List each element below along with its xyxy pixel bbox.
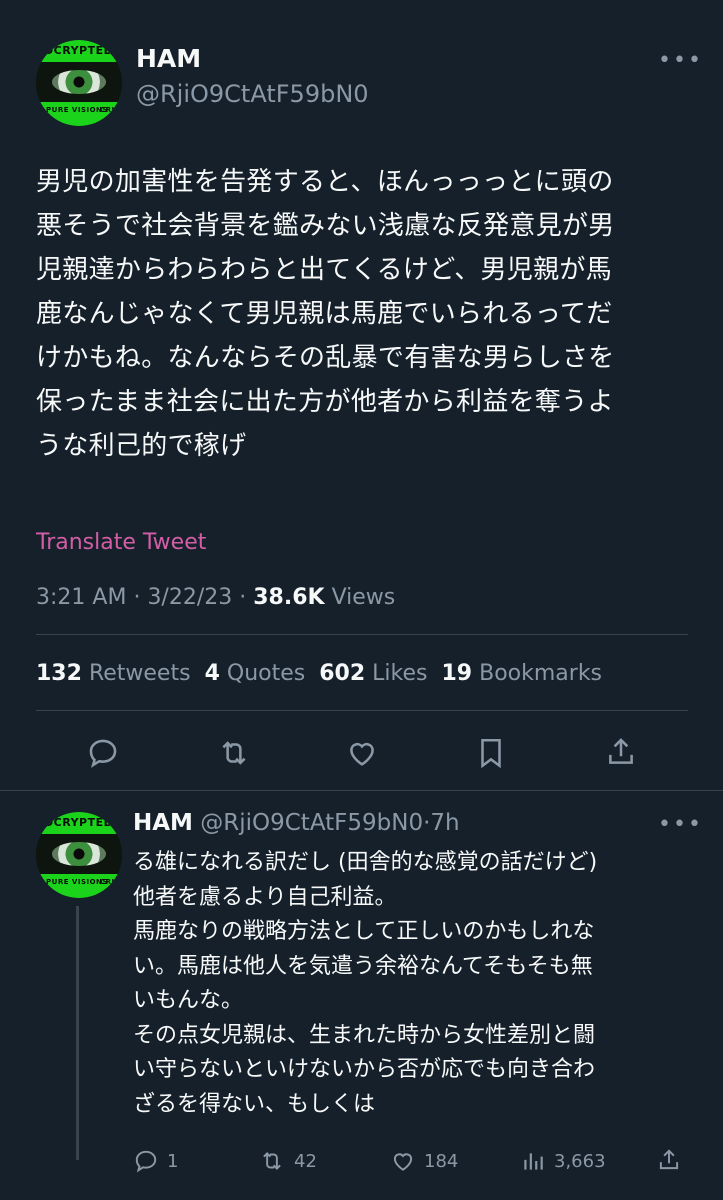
reply-age[interactable]: 7h [430,810,459,836]
reply-author-name[interactable]: HAM [133,810,193,836]
views-count: 38.6K [253,585,325,610]
retweets-label: Retweets [88,661,191,686]
bookmarks-label: Bookmarks [479,661,603,686]
reply-text-line: 馬鹿なりの戦略方法として正しいのかもしれな [133,919,595,944]
tweet-text-line: けかもね。なんならその乱暴で有害な男らしさを [36,343,615,373]
tweet-meta: 3:21 AM · 3/22/23 · 38.6K Views [36,585,395,610]
avatar-eye [52,70,106,94]
likes-label: Likes [372,661,428,686]
tweet-text-line: 児親達からわらわらと出てくるけど、男児親が馬 [36,255,613,285]
retweet-count: 42 [294,1150,317,1172]
reply-share-button[interactable] [656,1146,682,1174]
reply-text-line: い。馬鹿は他人を気遣う余裕なんてそもそも無 [133,953,593,979]
avatar-bottom-right-text: CRI [100,106,115,114]
reply-text-line: いもんな。 [133,988,244,1013]
like-icon [390,1148,416,1174]
thread-line [76,906,79,1160]
author-avatar[interactable]: DCRYPTED PURE VISIONS CRI [36,40,122,126]
tweet-text-line: うな利己的で稼げ [36,431,247,461]
likes-stat[interactable]: 602 Likes [319,661,427,686]
reply-like-button[interactable]: 184 [390,1148,458,1174]
divider [36,634,688,635]
more-dots-icon[interactable]: ••• [658,48,703,73]
reply-text-line: 他者を慮るより自己利益。 [133,884,397,910]
quotes-count: 4 [204,661,220,686]
tweet-date[interactable]: 3/22/23 [147,585,232,610]
bookmarks-count: 19 [441,661,473,686]
author-handle[interactable]: @RjiO9CtAtF59bN0 [136,80,369,108]
reply-more-dots-icon[interactable]: ••• [658,812,703,837]
translate-tweet-link[interactable]: Translate Tweet [36,530,206,555]
reply-views-button[interactable]: 3,663 [520,1148,606,1174]
tweet-text-line: 男児の加害性を告発すると、ほんっっっとに頭の [36,167,614,197]
reply-icon [133,1148,159,1174]
avatar-bottom-left-text: PURE VISIONS [46,878,108,886]
views-count: 3,663 [554,1150,606,1172]
quotes-stat[interactable]: 4 Quotes [205,661,306,686]
reply-retweet-button[interactable]: 42 [258,1148,317,1174]
avatar-top-text: DCRYPTED [44,816,114,829]
reply-text-line: ざるを得ない、もしくは [133,1091,376,1117]
retweet-icon [258,1148,286,1174]
bookmarks-stat[interactable]: 19 Bookmarks [441,661,602,686]
tweet-time[interactable]: 3:21 AM [36,585,126,610]
avatar-eye-area [36,834,122,874]
avatar-bottom-right-text: CRI [100,878,115,886]
divider [0,790,723,791]
quotes-label: Quotes [226,661,306,686]
retweets-count: 132 [36,661,82,686]
like-count: 184 [424,1150,459,1172]
tweet-text-line: 保ったまま社会に出た方が他者から利益を奪うよ [36,387,614,417]
avatar-top-text: DCRYPTED [44,44,114,57]
tweet-text-line: 悪そうで社会背景を鑑みない浅慮な反発意見が男 [36,211,615,241]
meta-separator: · [133,585,148,610]
retweet-icon[interactable] [216,736,252,770]
reply-icon[interactable] [86,736,120,770]
views-icon [520,1148,546,1174]
reply-author-avatar[interactable]: DCRYPTED PURE VISIONS CRI [36,812,122,898]
like-icon[interactable] [345,736,379,770]
tweet-text-line: 鹿なんじゃなくて男児親は馬鹿でいられるってだ [36,299,613,329]
reply-text-line: る雄になれる訳だし (田舎的な感覚の話だけど) [133,850,598,875]
tweet-text: 男児の加害性を告発すると、ほんっっっとに頭の 悪そうで社会背景を鑑みない浅慮な反… [36,160,696,468]
avatar-bottom-left-text: PURE VISIONS [46,106,108,114]
views-label: Views [331,585,396,610]
meta-separator: · [239,585,254,610]
engagement-stats: 132 Retweets 4 Quotes 602 Likes 19 Bookm… [36,661,602,686]
divider [36,710,688,711]
author-name[interactable]: HAM [136,44,201,73]
reply-header: HAM @RjiO9CtAtF59bN0·7h [133,810,460,836]
share-icon[interactable] [604,734,638,770]
reply-author-handle[interactable]: @RjiO9CtAtF59bN0 [200,810,423,836]
likes-count: 602 [319,661,366,686]
retweets-stat[interactable]: 132 Retweets [36,661,191,686]
share-icon [656,1146,682,1174]
reply-count: 1 [167,1150,179,1172]
bookmark-icon[interactable] [476,736,506,770]
reply-text-line: い守らないといけないから否が応でも向き合わ [133,1057,596,1082]
avatar-eye-area [36,62,122,102]
reply-text-line: その点女児親は、生まれた時から女性差別と闘 [133,1022,596,1048]
reply-text: る雄になれる訳だし (田舎的な感覚の話だけど) 他者を慮るより自己利益。 馬鹿な… [133,846,703,1122]
reply-reply-button[interactable]: 1 [133,1148,178,1174]
avatar-eye [52,842,106,866]
